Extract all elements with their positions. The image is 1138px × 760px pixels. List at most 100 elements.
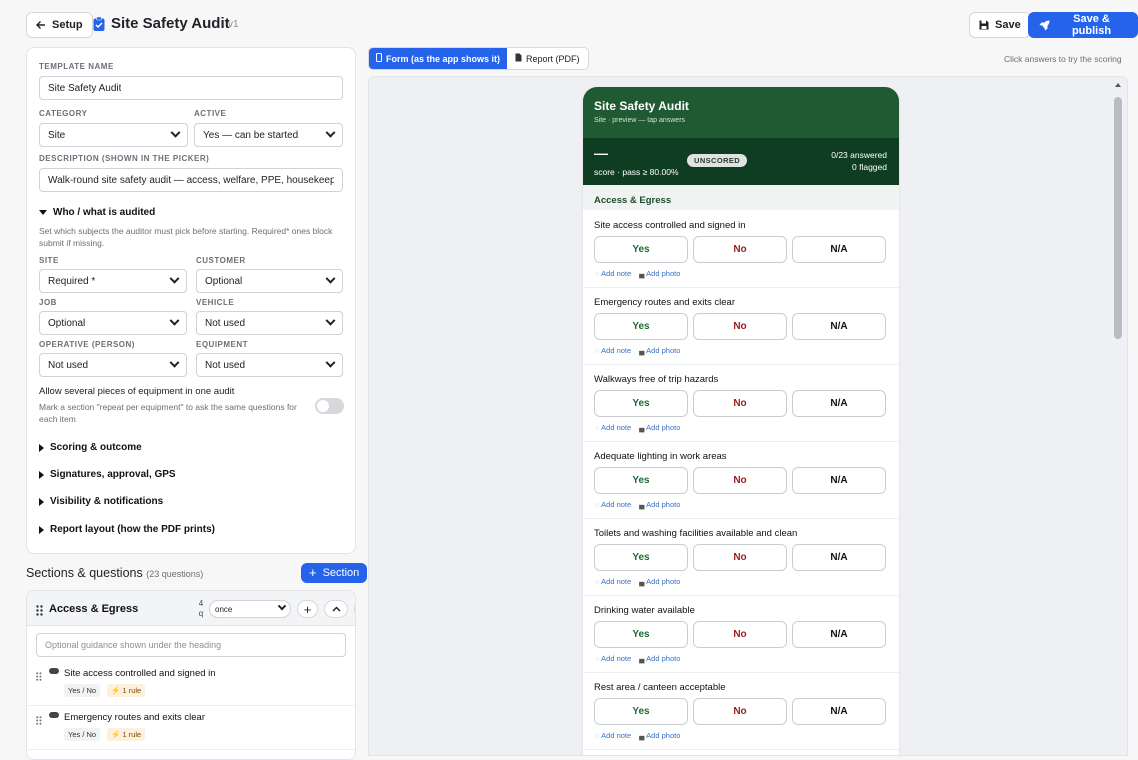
who-audited-toggle[interactable]: Who / what is audited — [39, 207, 155, 218]
active-select[interactable]: Yes — can be started — [194, 123, 343, 147]
visibility-toggle[interactable]: Visibility & notifications — [39, 496, 163, 507]
tab-report[interactable]: Report (PDF) — [507, 48, 588, 69]
answer-yes-button[interactable]: Yes — [594, 621, 688, 648]
add-section-button[interactable]: + Section — [301, 563, 368, 583]
add-note-label: Add note — [601, 423, 632, 432]
chevron-down-icon — [325, 315, 336, 326]
add-note-link[interactable]: ◌ Add note — [595, 423, 631, 432]
question-row[interactable]: Emergency routes and exits clear Yes / N… — [27, 706, 355, 750]
add-note-link[interactable]: ◌ Add note — [595, 500, 631, 509]
answer-no-button[interactable]: No — [693, 390, 787, 417]
template-name-input[interactable]: Site Safety Audit — [39, 76, 343, 100]
vehicle-select[interactable]: Not used — [196, 311, 343, 335]
answer-no-button[interactable]: No — [693, 698, 787, 725]
signatures-heading: Signatures, approval, GPS — [50, 469, 176, 480]
add-photo-label: Add photo — [646, 423, 681, 432]
answer-na-button[interactable]: N/A — [792, 467, 886, 494]
add-note-label: Add note — [601, 654, 632, 663]
caret-right-icon — [39, 443, 44, 452]
phone-question: Emergency routes and exits clear Yes No N/A… — [583, 288, 899, 365]
answer-no-button[interactable]: No — [693, 467, 787, 494]
description-label: DESCRIPTION (SHOWN IN THE PICKER) — [39, 154, 210, 163]
operative-select[interactable]: Not used — [39, 353, 187, 377]
speech-bubble-icon: ◌ — [595, 346, 600, 355]
add-note-label: Add note — [601, 269, 632, 278]
add-photo-label: Add photo — [646, 577, 681, 586]
move-up-button[interactable] — [324, 600, 348, 618]
answer-no-button[interactable]: No — [693, 544, 787, 571]
rule-count: 1 rule — [122, 686, 142, 695]
answer-yes-button[interactable]: Yes — [594, 698, 688, 725]
subject-label-operative: OPERATIVE (PERSON) — [39, 340, 135, 349]
drag-handle-icon[interactable] — [36, 668, 42, 686]
add-note-link[interactable]: ◌ Add note — [595, 577, 631, 586]
save-publish-button[interactable]: Save & publish — [1028, 12, 1138, 38]
answer-yes-button[interactable]: Yes — [594, 390, 688, 417]
subject-label-site: SITE — [39, 256, 59, 265]
answer-yes-button[interactable]: Yes — [594, 467, 688, 494]
category-select[interactable]: Site — [39, 123, 188, 147]
required-toggle-icon[interactable] — [49, 712, 59, 718]
job-select[interactable]: Optional — [39, 311, 187, 335]
phone-question: Adequate lighting in work areas Yes No N/A ◌… — [583, 442, 899, 519]
plus-icon: + — [303, 601, 312, 617]
answer-na-button[interactable]: N/A — [792, 390, 886, 417]
report-layout-toggle[interactable]: Report layout (how the PDF prints) — [39, 524, 215, 535]
publish-label: Save & publish — [1071, 13, 1112, 37]
answer-no-button[interactable]: No — [693, 236, 787, 263]
speech-bubble-icon: ◌ — [595, 577, 600, 586]
score-bar: — score · pass ≥ 80.00% UNSCORED 0/23 an… — [583, 138, 899, 185]
scrollbar[interactable] — [1113, 81, 1123, 753]
add-note-link[interactable]: ◌ Add note — [595, 654, 631, 663]
answer-na-button[interactable]: N/A — [792, 236, 886, 263]
equipment-select[interactable]: Not used — [196, 353, 343, 377]
site-select[interactable]: Required * — [39, 269, 187, 293]
add-photo-link[interactable]: ▄ Add photo — [639, 346, 680, 355]
scrollbar-thumb[interactable] — [1114, 97, 1122, 339]
score-label: score · pass ≥ 80.00% — [594, 167, 679, 177]
back-setup-button[interactable]: Setup — [26, 12, 93, 38]
answer-na-button[interactable]: N/A — [792, 313, 886, 340]
multi-equipment-toggle[interactable] — [315, 398, 344, 414]
description-input[interactable]: Walk-round site safety audit — access, w… — [39, 168, 343, 192]
save-button[interactable]: Save — [969, 12, 1031, 38]
signatures-toggle[interactable]: Signatures, approval, GPS — [39, 469, 176, 480]
drag-handle-icon[interactable] — [36, 712, 42, 730]
add-photo-link[interactable]: ▄ Add photo — [639, 731, 680, 740]
add-photo-link[interactable]: ▄ Add photo — [639, 500, 680, 509]
add-photo-link[interactable]: ▄ Add photo — [639, 577, 680, 586]
answer-na-button[interactable]: N/A — [792, 544, 886, 571]
scoring-toggle[interactable]: Scoring & outcome — [39, 442, 142, 453]
add-photo-link[interactable]: ▄ Add photo — [639, 269, 680, 278]
answer-no-button[interactable]: No — [693, 313, 787, 340]
repeat-select[interactable]: once — [209, 600, 291, 618]
answer-yes-button[interactable]: Yes — [594, 544, 688, 571]
operative-value: Not used — [48, 359, 89, 371]
answer-na-button[interactable]: N/A — [792, 698, 886, 725]
answer-yes-button[interactable]: Yes — [594, 236, 688, 263]
question-row[interactable]: Site access controlled and signed in Yes… — [27, 662, 355, 706]
scroll-up-icon[interactable] — [1115, 83, 1121, 87]
lightning-icon: ⚡ — [111, 730, 121, 739]
add-note-link[interactable]: ◌ Add note — [595, 269, 631, 278]
add-question-button[interactable]: + — [297, 600, 318, 618]
tab-form[interactable]: Form (as the app shows it) — [369, 48, 508, 69]
drag-handle-icon[interactable] — [36, 603, 43, 621]
answer-na-button[interactable]: N/A — [792, 621, 886, 648]
add-note-link[interactable]: ◌ Add note — [595, 346, 631, 355]
phone-section-title: Access & Egress — [594, 195, 672, 206]
add-photo-link[interactable]: ▄ Add photo — [639, 423, 680, 432]
add-photo-link[interactable]: ▄ Add photo — [639, 654, 680, 663]
add-note-label: Add note — [601, 577, 632, 586]
version-badge: v1 — [228, 19, 239, 30]
speech-bubble-icon: ◌ — [595, 731, 600, 740]
required-toggle-icon[interactable] — [49, 668, 59, 674]
section-name[interactable]: Access & Egress — [49, 603, 138, 615]
customer-select[interactable]: Optional — [196, 269, 343, 293]
add-note-label: Add note — [601, 500, 632, 509]
add-note-link[interactable]: ◌ Add note — [595, 731, 631, 740]
answer-no-button[interactable]: No — [693, 621, 787, 648]
description-value: Walk-round site safety audit — access, w… — [48, 174, 334, 186]
answer-yes-button[interactable]: Yes — [594, 313, 688, 340]
section-guidance-input[interactable]: Optional guidance shown under the headin… — [36, 633, 346, 657]
